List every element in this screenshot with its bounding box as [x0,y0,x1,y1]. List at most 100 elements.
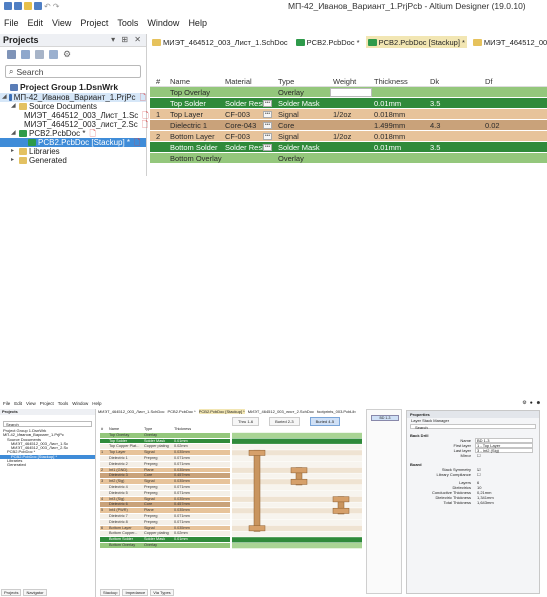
tree-item[interactable]: Generated [0,463,95,468]
cell-num [156,87,168,98]
properties-search[interactable]: Search [410,424,536,430]
expand-arrow-icon[interactable]: ▸ [11,147,17,156]
add-document-icon[interactable] [49,50,58,59]
undo-icon[interactable]: ↶ [44,2,51,11]
column-header[interactable]: Thickness [374,76,426,87]
tab-stackup[interactable]: Stackup [100,589,121,596]
gear-icon[interactable]: ⚙ [522,400,526,406]
expand-arrow-icon[interactable]: ▸ [11,156,17,165]
layer-row[interactable]: 2 Bottom Layer CF-003 Signal 1/2oz 0.018mm ••• [150,131,547,142]
column-header[interactable]: Df [485,76,537,87]
search-input[interactable]: Search [3,421,92,427]
redo-icon[interactable]: ↷ [53,2,60,11]
document-tab[interactable]: МИЭТ_464512_003_лист_2.SchDoc [248,409,314,414]
tab-navigator[interactable]: Navigator [23,589,47,596]
tree-item[interactable]: Project Group 1.DsnWrk [0,83,146,92]
open-folder-icon[interactable] [24,2,32,10]
menu-edit[interactable]: Edit [28,18,44,30]
tab-impedance[interactable]: Impedance [122,589,149,596]
library-compliance-checkbox[interactable]: ☐ [477,472,481,477]
menu-edit[interactable]: Edit [14,401,22,406]
material-picker-icon[interactable]: ••• [263,122,272,129]
document-tab[interactable]: МИЭТ_464512_003_Лист_1.SchDoc [150,36,290,48]
menu-tools[interactable]: Tools [58,401,69,406]
tree-item[interactable]: ◢ Source Documents [0,102,146,111]
compile-icon[interactable] [21,50,30,59]
panel-controls-icon[interactable]: ▾ ⊞ ✕ [111,35,143,44]
material-picker-icon[interactable]: ••• [263,144,272,151]
search-input[interactable]: ⌕ Search [5,65,141,78]
via-tab-thru[interactable]: Thru 1-6 [232,417,260,426]
menu-window[interactable]: Window [72,401,88,406]
document-tab[interactable]: МИЭТ_464512_003_Лист_1.SchDoc [98,409,164,414]
back-drill-cell[interactable]: BD 1-3 [371,415,399,421]
new-file-icon[interactable] [4,2,12,10]
weight-edit-field[interactable] [330,88,372,97]
column-header[interactable]: Material [225,76,277,87]
column-header[interactable]: # [156,76,168,87]
menu-help[interactable]: Help [92,401,101,406]
menu-file[interactable]: File [4,18,19,30]
expand-arrow-icon[interactable]: ◢ [2,93,7,102]
tree-item[interactable]: МИЭТ_464512_003_лист_2.Sc 🗋 [0,120,148,129]
projects-panel: Projects ▾ ⊞ ✕ ⚙ ⌕ Search Project Group … [0,34,149,176]
column-header[interactable]: Dk [430,76,482,87]
material-picker-icon[interactable]: ••• [263,111,272,118]
expand-arrow-icon[interactable]: ◢ [11,102,17,111]
menu-file[interactable]: File [3,401,10,406]
tree-item[interactable]: ◢ PCB2.PcbDoc * 🗋 [0,129,146,138]
user-icon[interactable]: ☻ [536,400,541,406]
via-pad [290,467,308,474]
document-tab[interactable]: PCB2.PcbDoc * [294,36,362,48]
tree-item[interactable]: ▸ Libraries [0,147,146,156]
tab-projects[interactable]: Projects [1,589,22,596]
modified-flag-icon: 🗋 [134,138,141,147]
document-tabs: МИЭТ_464512_003_Лист_1.SchDoc PCB2.PcbDoc… [150,36,547,48]
tab-via-types[interactable]: Via Types [150,589,174,596]
document-tab[interactable]: footprints_003.PcbLib [317,409,356,414]
tree-item-label: МИЭТ_464512_003_лист_2.Sc [24,120,138,129]
document-tab[interactable]: PCB2.PcbDoc [Stackup] * [365,36,467,48]
layer-row[interactable]: Bottom Overlay Overlay [100,542,230,549]
column-header[interactable]: Name [170,76,224,87]
document-icon [19,130,27,137]
via-tab-buried-2-3[interactable]: Buried 2-3 [269,417,300,426]
menu-view[interactable]: View [52,18,71,30]
document-tab[interactable]: PCB2.PcbDoc * [167,409,195,414]
menu-project[interactable]: Project [80,18,108,30]
tree-item[interactable]: ▸ Generated [0,156,146,165]
menu-window[interactable]: Window [147,18,179,30]
document-tab[interactable]: PCB2.PcbDoc [Stackup] * [198,409,245,414]
menu-project[interactable]: Project [40,401,54,406]
menu-help[interactable]: Help [188,18,207,30]
menu-tools[interactable]: Tools [117,18,138,30]
project-options-icon[interactable] [35,50,44,59]
mirror-checkbox[interactable]: ☐ [477,453,481,458]
tree-item[interactable]: МИЭТ_464512_003_Лист_1.Sc 🗋 [0,111,149,120]
layer-row[interactable]: Dielectric 1 Core-043 Core 1.499mm 4.3 0.02 ••… [150,120,547,131]
tree-item[interactable]: PCB2.PcbDoc [Stackup] * 🗋 [0,138,146,147]
layer-row[interactable]: 1 Top Layer CF-003 Signal 1/2oz 0.018mm ••• [150,109,547,120]
save-icon[interactable] [14,2,22,10]
gear-icon[interactable]: ⚙ [63,50,71,59]
column-header[interactable]: Weight [333,76,371,87]
cell-name: Bottom Layer [170,132,215,141]
cell-dk: 3.5 [430,99,441,108]
expand-arrow-icon[interactable]: ◢ [11,129,17,138]
column-header[interactable]: Type [278,76,330,87]
through-via[interactable] [253,449,261,532]
layer-row[interactable]: Top Overlay Overlay [150,87,547,98]
tree-item[interactable]: ◢ МП-42_Иванов_Вариант_1.PrjPc 🗋 [0,93,146,102]
bell-icon[interactable]: ● [530,400,533,406]
via-tab-buried-4-5[interactable]: Buried 4-5 [309,417,341,426]
save-project-icon[interactable] [7,50,16,59]
layer-row[interactable]: Bottom Overlay Overlay [150,153,547,164]
material-picker-icon[interactable]: ••• [263,100,272,107]
save-all-icon[interactable] [34,2,42,10]
document-tab[interactable]: МИЭТ_464512_003_лист_2.SchDoc [471,36,547,48]
menu-view[interactable]: View [26,401,36,406]
layer-row[interactable]: Top Solder Solder Resist Solder Mask 0.01mm… [150,98,547,109]
layer-row[interactable]: Bottom Solder Solder Resist Solder Mask 0.0… [150,142,547,153]
project-tree: Project Group 1.DsnWrk МП-42_Иванов_Вариа… [0,428,95,468]
material-picker-icon[interactable]: ••• [263,133,272,140]
